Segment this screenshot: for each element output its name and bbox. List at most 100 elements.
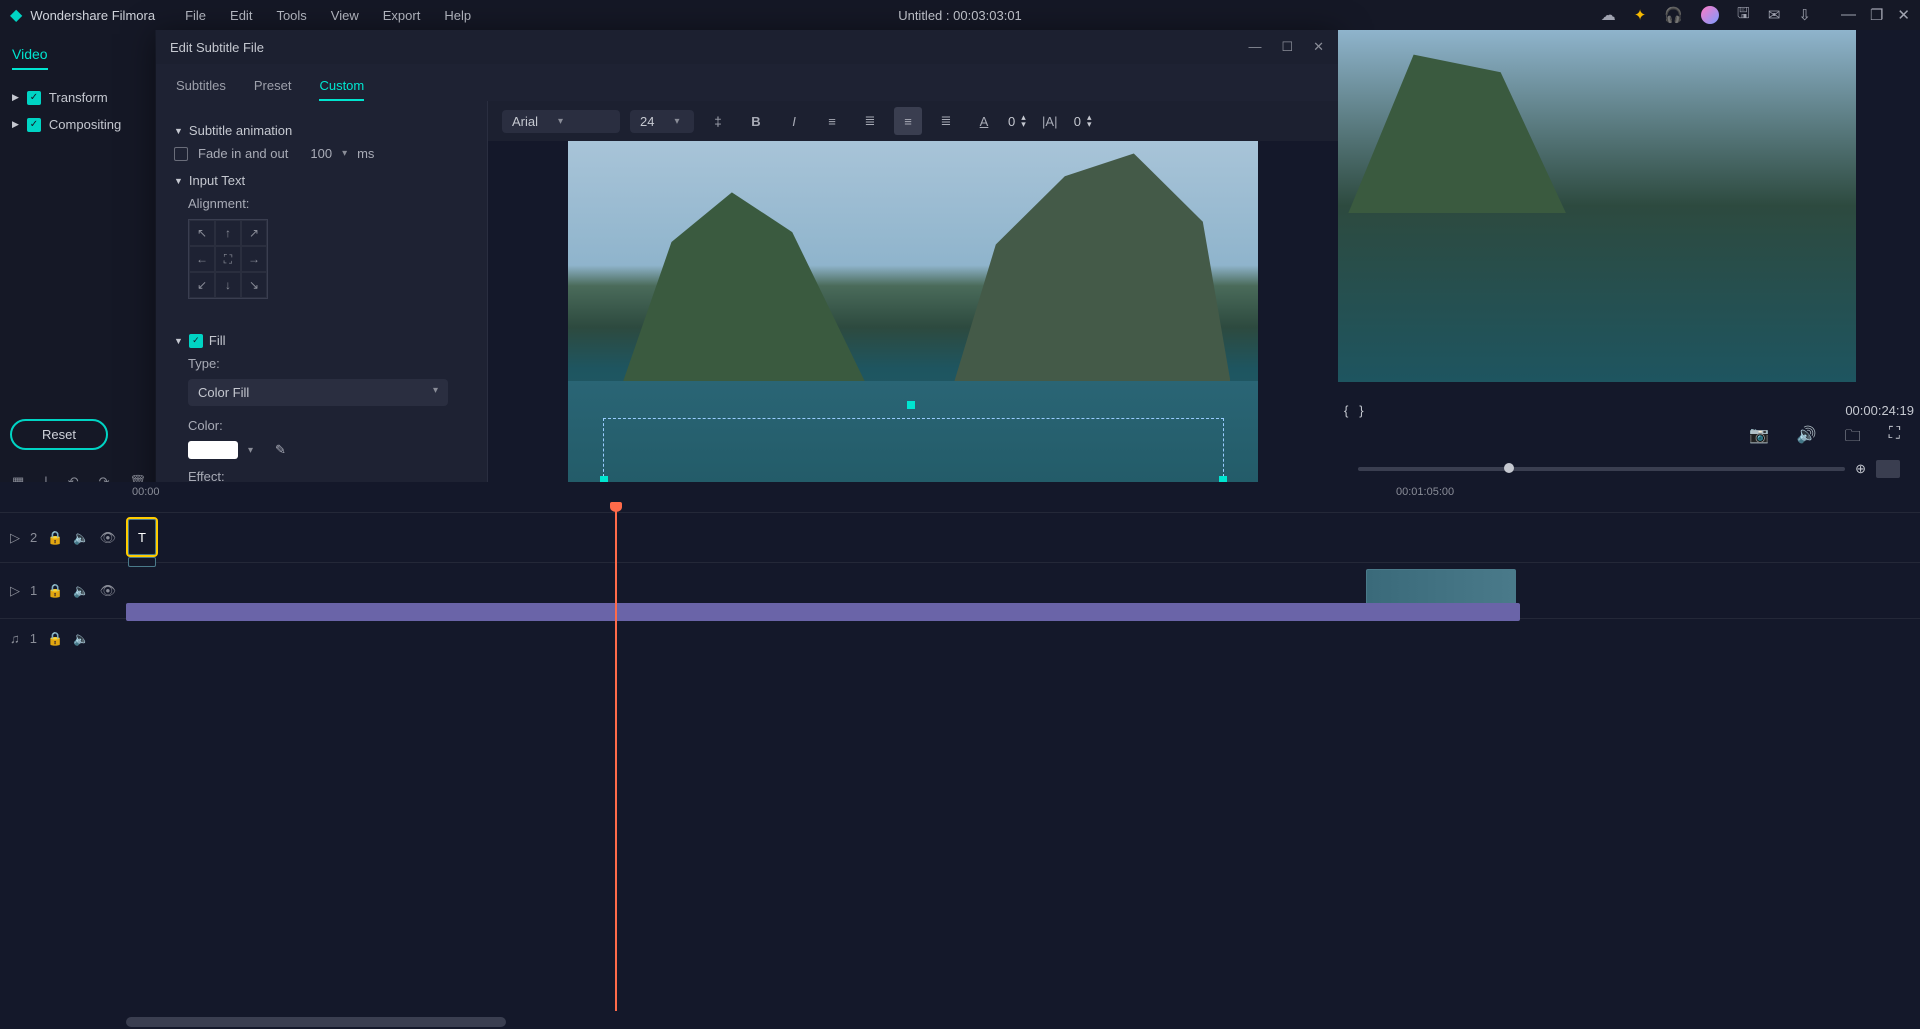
fade-label: Fade in and out (198, 146, 288, 161)
track-icon[interactable]: ▷ (10, 583, 20, 599)
track-lane[interactable]: T (126, 513, 1920, 562)
mute-icon[interactable]: 🔈 (73, 583, 89, 599)
align-left[interactable]: ← (189, 246, 215, 272)
size-select[interactable]: 24 ▾ (630, 110, 694, 133)
rotate-handle[interactable] (907, 401, 915, 409)
audio-track-icon[interactable]: ♫ (10, 631, 20, 646)
modal-minimize-icon[interactable]: — (1248, 39, 1261, 55)
brace-close[interactable]: } (1359, 403, 1363, 418)
fade-checkbox[interactable] (174, 147, 188, 161)
align-bottom-right[interactable]: ↘ (241, 272, 267, 298)
avatar-icon[interactable] (1701, 6, 1719, 24)
window-minimize-icon[interactable]: — (1841, 6, 1856, 24)
color-swatch[interactable] (188, 441, 238, 459)
reset-button[interactable]: Reset (10, 419, 108, 450)
caret-down-icon: ▼ (174, 126, 183, 136)
visibility-icon[interactable]: 👁 (100, 530, 117, 546)
subtitle-animation-label: Subtitle animation (189, 123, 292, 138)
type-label: Type: (188, 356, 220, 371)
preview-mountain (623, 182, 865, 381)
mail-icon[interactable]: ✉ (1768, 6, 1781, 24)
mute-icon[interactable]: 🔈 (73, 530, 89, 546)
headset-icon[interactable]: 🎧 (1664, 6, 1683, 24)
menu-help[interactable]: Help (444, 8, 471, 23)
track-icon[interactable]: ▷ (10, 530, 20, 546)
transform-item[interactable]: ▶ ✓ Transform (12, 84, 143, 111)
fullscreen-icon[interactable]: ⛶ (1889, 425, 1900, 452)
camera-icon[interactable]: 📷 (1749, 425, 1769, 452)
right-zoom-slider[interactable] (1358, 467, 1845, 471)
menu-file[interactable]: File (185, 8, 206, 23)
modal-maximize-icon[interactable]: ☐ (1281, 39, 1293, 55)
align-center-button[interactable]: ≣ (856, 107, 884, 135)
video-tab[interactable]: Video (12, 40, 48, 70)
track-lane[interactable] (126, 619, 1920, 658)
track-lane[interactable] (126, 563, 1920, 618)
tab-custom[interactable]: Custom (319, 72, 364, 101)
compositing-item[interactable]: ▶ ✓ Compositing (12, 111, 143, 138)
align-justify-button[interactable]: ≣ (932, 107, 960, 135)
letter-spacing-icon[interactable]: |A| (1036, 107, 1064, 135)
tracking-stepper[interactable]: 0 ▴▾ (1074, 114, 1092, 129)
timeline-scrollbar[interactable] (126, 1017, 506, 1027)
mute-icon[interactable]: 🔈 (73, 631, 89, 647)
main-playhead[interactable] (615, 510, 617, 1011)
line-height-icon[interactable]: ‡ (704, 107, 732, 135)
align-left-button[interactable]: ≡ (818, 107, 846, 135)
spacing-stepper[interactable]: 0 ▴▾ (1008, 114, 1026, 129)
fill-checkbox[interactable]: ✓ (189, 334, 203, 348)
brace-open[interactable]: { (1344, 403, 1348, 418)
fade-ms-value[interactable]: 100 (310, 146, 332, 161)
volume-icon[interactable]: 🔊 (1797, 425, 1817, 452)
align-bottom[interactable]: ↓ (215, 272, 241, 298)
waveform-toggle[interactable] (1876, 460, 1900, 478)
menu-view[interactable]: View (331, 8, 359, 23)
subtitle-animation-section[interactable]: ▼ Subtitle animation (174, 123, 469, 138)
italic-button[interactable]: I (780, 107, 808, 135)
tab-subtitles[interactable]: Subtitles (176, 72, 226, 101)
zoom-thumb[interactable] (1504, 463, 1514, 473)
align-center[interactable]: ⛶ (215, 246, 241, 272)
lock-icon[interactable]: 🔒 (47, 583, 63, 599)
cloud-icon[interactable]: ☁ (1601, 6, 1616, 24)
align-top-right[interactable]: ↗ (241, 220, 267, 246)
align-top-left[interactable]: ↖ (189, 220, 215, 246)
window-close-icon[interactable]: ✕ (1897, 6, 1910, 24)
text-clip-selected[interactable]: T (128, 519, 156, 555)
menu-edit[interactable]: Edit (230, 8, 252, 23)
font-select[interactable]: Arial ▾ (502, 110, 620, 133)
chevron-down-icon[interactable]: ▾ (342, 148, 347, 159)
main-ruler[interactable]: 00:00 00:01:05:00 (126, 486, 1914, 508)
lightbulb-icon[interactable]: ✦ (1634, 6, 1647, 24)
video-clip[interactable] (1366, 569, 1516, 605)
mic-icon[interactable]: ⇩ (1798, 6, 1811, 24)
visibility-icon[interactable]: 👁 (100, 583, 117, 599)
compositing-checkbox[interactable]: ✓ (27, 118, 41, 132)
save-icon[interactable]: 🖫 (1737, 3, 1750, 28)
transform-checkbox[interactable]: ✓ (27, 91, 41, 105)
lock-icon[interactable]: 🔒 (47, 631, 63, 647)
modal-tabs: Subtitles Preset Custom (156, 64, 1338, 101)
bold-button[interactable]: B (742, 107, 770, 135)
text-color-button[interactable]: A (970, 107, 998, 135)
align-right-button[interactable]: ≡ (894, 107, 922, 135)
caret-down-icon: ▼ (174, 176, 183, 186)
menu-export[interactable]: Export (383, 8, 421, 23)
modal-close-icon[interactable]: ✕ (1313, 39, 1324, 55)
input-text-section[interactable]: ▼ Input Text (174, 173, 469, 188)
align-top[interactable]: ↑ (215, 220, 241, 246)
zoom-in-icon[interactable]: ⊕ (1855, 461, 1866, 477)
folder-icon[interactable]: 🗀 (1845, 425, 1861, 452)
ruler-mark: 00:01:05:00 (1396, 486, 1454, 498)
window-maximize-icon[interactable]: ❐ (1870, 6, 1883, 24)
chevron-down-icon[interactable]: ▾ (248, 445, 253, 456)
menu-tools[interactable]: Tools (276, 8, 306, 23)
font-value: Arial (512, 114, 538, 129)
eyedropper-icon[interactable]: ✎ (275, 442, 286, 458)
fill-section[interactable]: ▼ ✓ Fill (174, 333, 469, 348)
align-right[interactable]: → (241, 246, 267, 272)
align-bottom-left[interactable]: ↙ (189, 272, 215, 298)
lock-icon[interactable]: 🔒 (47, 530, 63, 546)
type-select[interactable]: Color Fill ▾ (188, 379, 448, 406)
tab-preset[interactable]: Preset (254, 72, 292, 101)
